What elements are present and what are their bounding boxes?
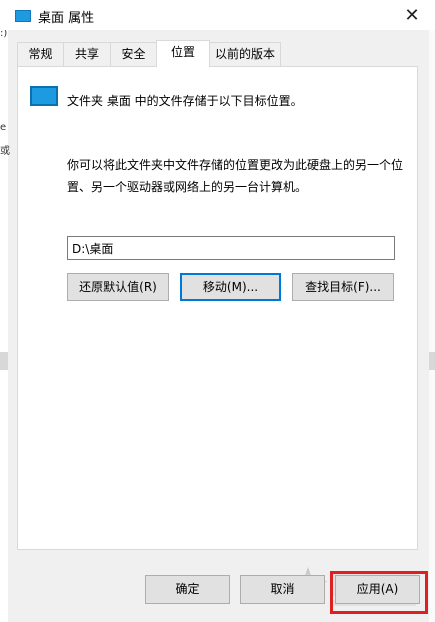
background-row [429, 352, 435, 370]
cancel-button[interactable]: 取消 [240, 575, 325, 604]
tab-security[interactable]: 安全 [110, 42, 157, 66]
restore-default-button[interactable]: 还原默认值(R) [67, 273, 169, 301]
close-icon: ✕ [404, 4, 420, 26]
tab-general[interactable]: 常规 [17, 42, 64, 66]
window-title: 桌面 属性 [38, 11, 95, 26]
location-description: 你可以将此文件夹中文件存储的位置更改为此硬盘上的另一个位置、另一个驱动器或网络上… [67, 158, 404, 194]
title-bar[interactable]: 桌面 属性 ✕ [0, 0, 435, 30]
close-button[interactable]: ✕ [389, 0, 435, 30]
tab-location[interactable]: 位置 [156, 40, 210, 67]
folder-icon [15, 10, 31, 22]
tab-sharing[interactable]: 共享 [63, 42, 111, 66]
background-row [0, 352, 8, 370]
tab-previous-versions[interactable]: 以前的版本 [209, 42, 281, 66]
ok-button[interactable]: 确定 [145, 575, 230, 604]
properties-window: :) e 或 桌面 属性 ✕ 常规 共享 安全 位置 以前的版本 文件夹 桌面 … [0, 0, 435, 622]
background-text-fragment: 或 [0, 146, 10, 157]
move-button[interactable]: 移动(M)... [180, 273, 281, 301]
location-info: 文件夹 桌面 中的文件存储于以下目标位置。 [67, 94, 303, 108]
background-window-edge: :) e 或 [0, 28, 10, 622]
tab-panel-location [17, 66, 418, 550]
find-target-button[interactable]: 查找目标(F)... [292, 273, 394, 301]
background-text-fragment: e [0, 122, 7, 133]
apply-button[interactable]: 应用(A) [335, 575, 420, 604]
path-field[interactable] [67, 236, 395, 260]
background-window-edge [429, 28, 435, 622]
folder-icon [30, 86, 58, 106]
